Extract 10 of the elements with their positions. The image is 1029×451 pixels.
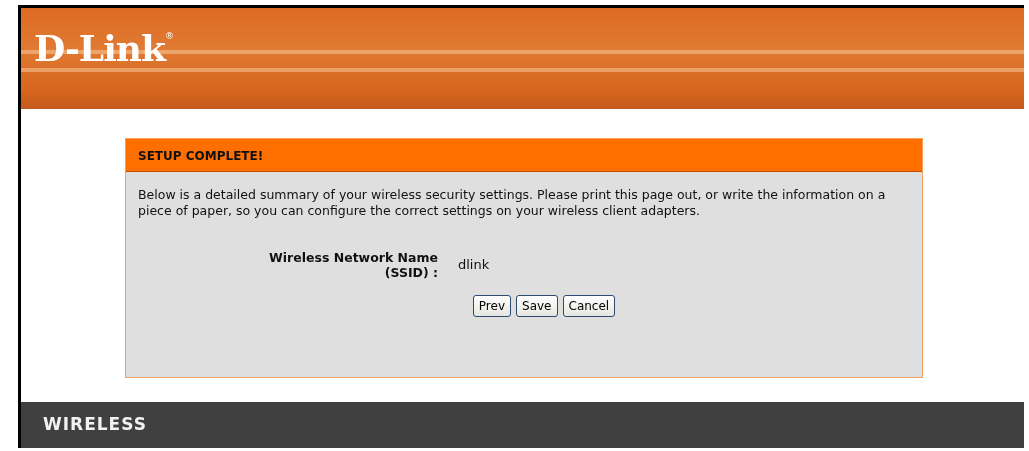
form-button[interactable]: Save	[516, 294, 558, 317]
panel-title: SETUP COMPLETE!	[126, 139, 922, 172]
description-text: Below is a detailed summary of your wireless security settings. Please print this page out, or write the information on a piece of paper, so you can configure the correct settings on your wireless client adapters.	[137, 186, 887, 220]
form-button[interactable]: Cancel	[562, 294, 616, 317]
field-label: Wireless Network Name (SSID) :	[268, 249, 438, 281]
ssid-value: dlink	[458, 256, 490, 275]
registered-mark: ®	[164, 30, 174, 41]
footer-label: WIRELESS	[43, 413, 147, 437]
logo: D-Link	[34, 30, 165, 66]
form-button[interactable]: Prev	[472, 294, 512, 317]
